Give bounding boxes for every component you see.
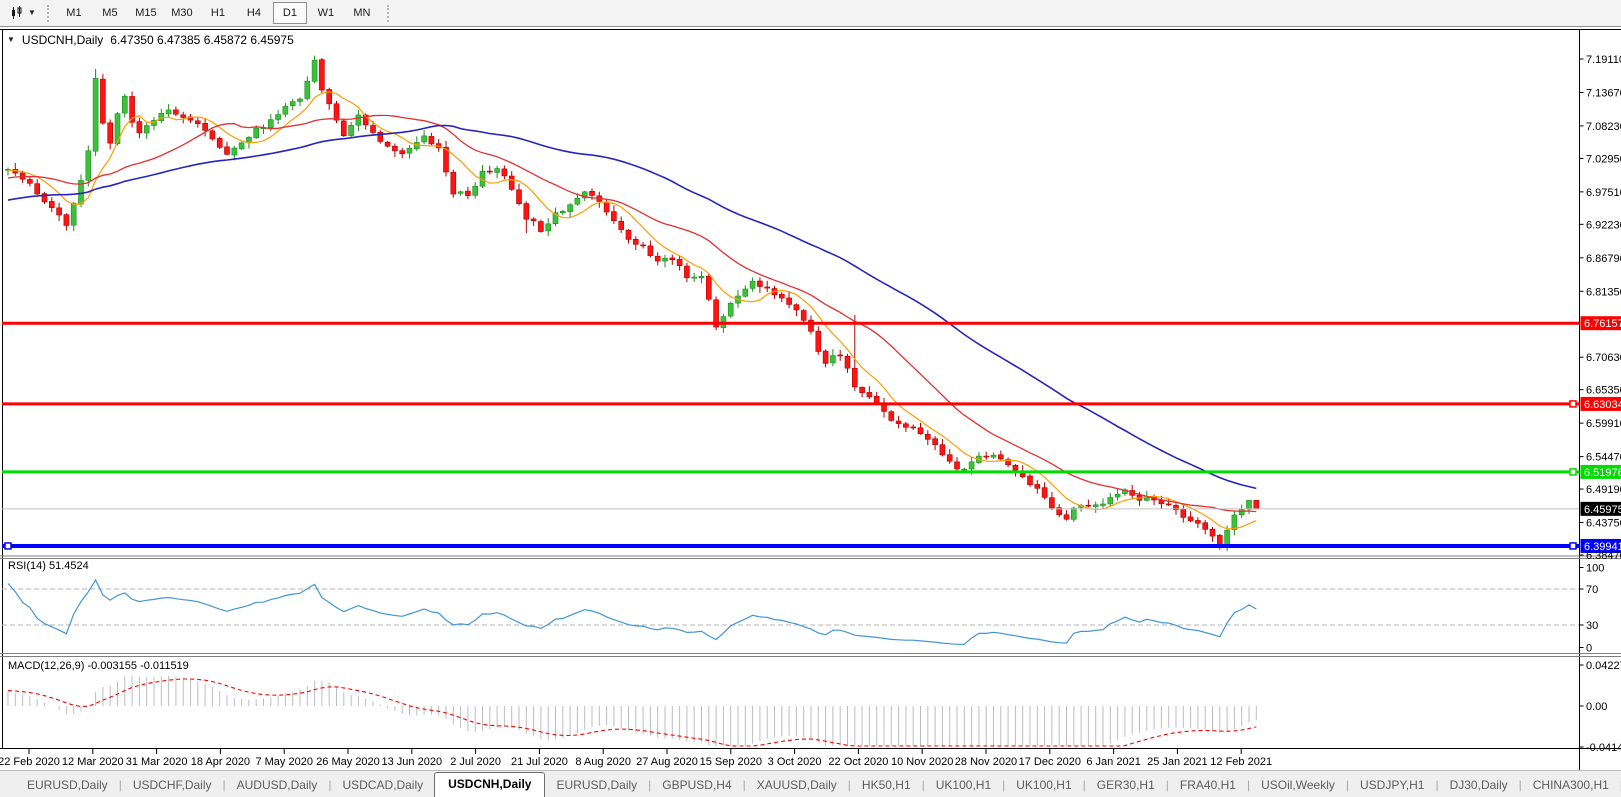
- price-tick-label: 7.19110: [1586, 54, 1621, 66]
- svg-text:6.45975: 6.45975: [1584, 504, 1621, 516]
- date-tick-label: 8 Aug 2020: [575, 756, 631, 768]
- chart-canvas[interactable]: 6.761576.630346.519766.399416.459757.191…: [0, 0, 1621, 797]
- date-tick-label: 12 Feb 2021: [1210, 756, 1272, 768]
- price-tick-label: 6.86790: [1586, 253, 1621, 265]
- tab-HK50-H1[interactable]: HK50,H1: [851, 774, 922, 797]
- tab-USOil-Weekly[interactable]: USOil,Weekly: [1250, 774, 1346, 797]
- date-tick-label: 10 Nov 2020: [891, 756, 953, 768]
- price-tick-label: 6.59910: [1586, 418, 1621, 430]
- price-tick-label: 6.38470: [1586, 550, 1621, 562]
- svg-text:6.63034: 6.63034: [1584, 399, 1621, 411]
- chart-tab-bar: EURUSD,Daily | USDCHF,Daily | AUDUSD,Daily | U…: [0, 770, 1621, 797]
- tab-USDCNH-Daily[interactable]: USDCNH,Daily: [434, 772, 546, 797]
- tab-DJ30-Daily[interactable]: DJ30,Daily: [1439, 774, 1519, 797]
- collapse-caret-icon[interactable]: ▼: [7, 36, 15, 44]
- rsi-scale-label: 0: [1586, 643, 1592, 655]
- price-tick-label: 6.54470: [1586, 452, 1621, 464]
- rsi-indicator-label: RSI(14) 51.4524: [8, 560, 89, 572]
- price-tick-label: 6.81350: [1586, 286, 1621, 298]
- tab-GER30-H1[interactable]: GER30,H1: [1086, 774, 1166, 797]
- price-tick-label: 6.92230: [1586, 219, 1621, 231]
- price-tick-label: 6.97510: [1586, 187, 1621, 199]
- date-tick-label: 12 Mar 2020: [62, 756, 124, 768]
- rsi-scale-label: 70: [1586, 584, 1598, 596]
- svg-text:6.51976: 6.51976: [1584, 467, 1621, 479]
- price-tick-label: 6.70630: [1586, 352, 1621, 364]
- date-tick-label: 21 Jul 2020: [511, 756, 568, 768]
- price-tick-label: 7.02950: [1586, 153, 1621, 165]
- hline-handle[interactable]: [1569, 542, 1577, 550]
- tab-EURUSD-Daily[interactable]: EURUSD,Daily: [545, 774, 648, 797]
- tab-USDJPY-H1[interactable]: USDJPY,H1: [1349, 774, 1435, 797]
- price-tick-label: 7.13670: [1586, 87, 1621, 99]
- date-tick-label: 15 Sep 2020: [700, 756, 762, 768]
- date-tick-label: 22 Feb 2020: [0, 756, 60, 768]
- macd-indicator-label: MACD(12,26,9) -0.003155 -0.011519: [8, 660, 189, 672]
- rsi-scale-label: 100: [1586, 563, 1604, 575]
- date-tick-label: 2 Jul 2020: [450, 756, 501, 768]
- svg-text:6.76157: 6.76157: [1584, 318, 1621, 330]
- date-tick-label: 28 Nov 2020: [955, 756, 1017, 768]
- date-tick-label: 25 Jan 2021: [1147, 756, 1208, 768]
- tab-XAUUSD-Daily[interactable]: XAUUSD,Daily: [746, 774, 848, 797]
- tab-USDCAD-Daily[interactable]: USDCAD,Daily: [331, 774, 434, 797]
- macd-scale-label: 0.042275: [1586, 660, 1621, 672]
- date-tick-label: 18 Apr 2020: [191, 756, 250, 768]
- tab-AUDUSD-Daily[interactable]: AUDUSD,Daily: [226, 774, 329, 797]
- tab-UK100-H1[interactable]: UK100,H1: [925, 774, 1002, 797]
- date-tick-label: 7 May 2020: [255, 756, 312, 768]
- hline-handle[interactable]: [1569, 468, 1577, 476]
- hline-handle[interactable]: [4, 542, 12, 550]
- date-tick-label: 13 Jun 2020: [382, 756, 443, 768]
- tab-CHINA300-H1[interactable]: CHINA300,H1: [1522, 774, 1620, 797]
- tab-GBPUSD-H4[interactable]: GBPUSD,H4: [651, 774, 742, 797]
- date-tick-label: 17 Dec 2020: [1019, 756, 1081, 768]
- rsi-scale-label: 30: [1586, 620, 1598, 632]
- tab-FRA40-H1[interactable]: FRA40,H1: [1169, 774, 1247, 797]
- tab-UK100-H1[interactable]: UK100,H1: [1005, 774, 1082, 797]
- tab-USDCHF-Daily[interactable]: USDCHF,Daily: [122, 774, 223, 797]
- macd-scale-label: -0.04148: [1586, 742, 1621, 754]
- price-tick-label: 6.65350: [1586, 385, 1621, 397]
- symbol-label: USDCNH,Daily: [21, 33, 104, 47]
- date-tick-label: 31 Mar 2020: [126, 756, 188, 768]
- date-tick-label: 27 Aug 2020: [636, 756, 698, 768]
- date-tick-label: 26 May 2020: [316, 756, 380, 768]
- chart-title: ▼ USDCNH,Daily 6.47350 6.47385 6.45872 6…: [7, 33, 294, 47]
- price-tick-label: 6.49190: [1586, 484, 1621, 496]
- date-tick-label: 22 Oct 2020: [828, 756, 888, 768]
- price-tick-label: 7.08230: [1586, 121, 1621, 133]
- hline-handle[interactable]: [1569, 400, 1577, 408]
- tab-EURUSD-Daily[interactable]: EURUSD,Daily: [16, 774, 119, 797]
- date-tick-label: 6 Jan 2021: [1086, 756, 1140, 768]
- price-tick-label: 6.43750: [1586, 518, 1621, 530]
- date-tick-label: 3 Oct 2020: [768, 756, 822, 768]
- macd-scale-label: 0.00: [1586, 701, 1607, 713]
- ohlc-quote: 6.47350 6.47385 6.45872 6.45975: [110, 33, 294, 47]
